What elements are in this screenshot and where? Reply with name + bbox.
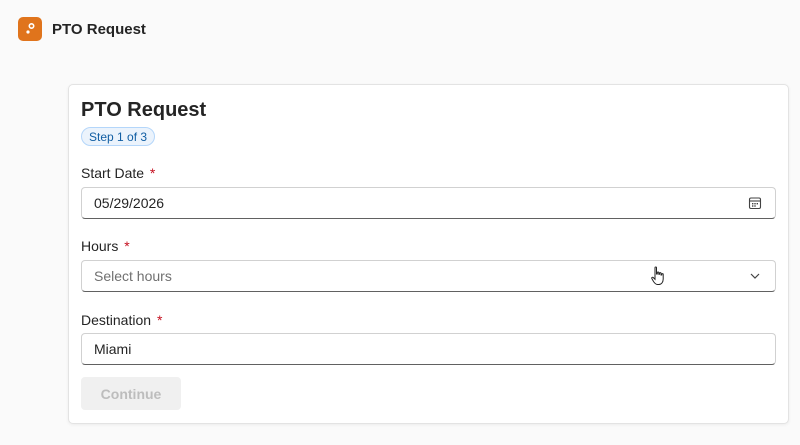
destination-input[interactable]: Miami <box>81 333 776 365</box>
start-date-label-text: Start Date <box>81 165 145 181</box>
destination-label: Destination * <box>81 312 162 328</box>
required-marker: * <box>124 238 130 254</box>
start-date-input[interactable]: 05/29/2026 <box>81 187 776 219</box>
start-date-value[interactable]: 05/29/2026 <box>94 195 747 211</box>
app-logo-icon <box>18 17 42 41</box>
start-date-label: Start Date * <box>81 165 155 181</box>
step-badge: Step 1 of 3 <box>81 127 156 146</box>
required-marker: * <box>149 165 156 181</box>
required-marker: * <box>156 312 163 328</box>
continue-button[interactable]: Continue <box>81 377 181 410</box>
calendar-icon[interactable] <box>747 195 763 211</box>
hours-dropdown[interactable]: Select hours <box>81 260 776 292</box>
pto-request-form-card: PTO Request Step 1 of 3 Start Date * 05/… <box>68 84 789 424</box>
app-title: PTO Request <box>52 20 146 38</box>
hours-label-text: Hours <box>81 238 119 254</box>
chevron-down-icon[interactable] <box>747 268 763 284</box>
destination-label-text: Destination <box>81 312 152 328</box>
hours-label: Hours * <box>81 238 130 254</box>
form-title: PTO Request <box>81 99 207 121</box>
app-header: PTO Request <box>0 0 800 58</box>
hand-pointer-cursor-icon <box>650 266 666 286</box>
destination-value[interactable]: Miami <box>94 341 763 357</box>
